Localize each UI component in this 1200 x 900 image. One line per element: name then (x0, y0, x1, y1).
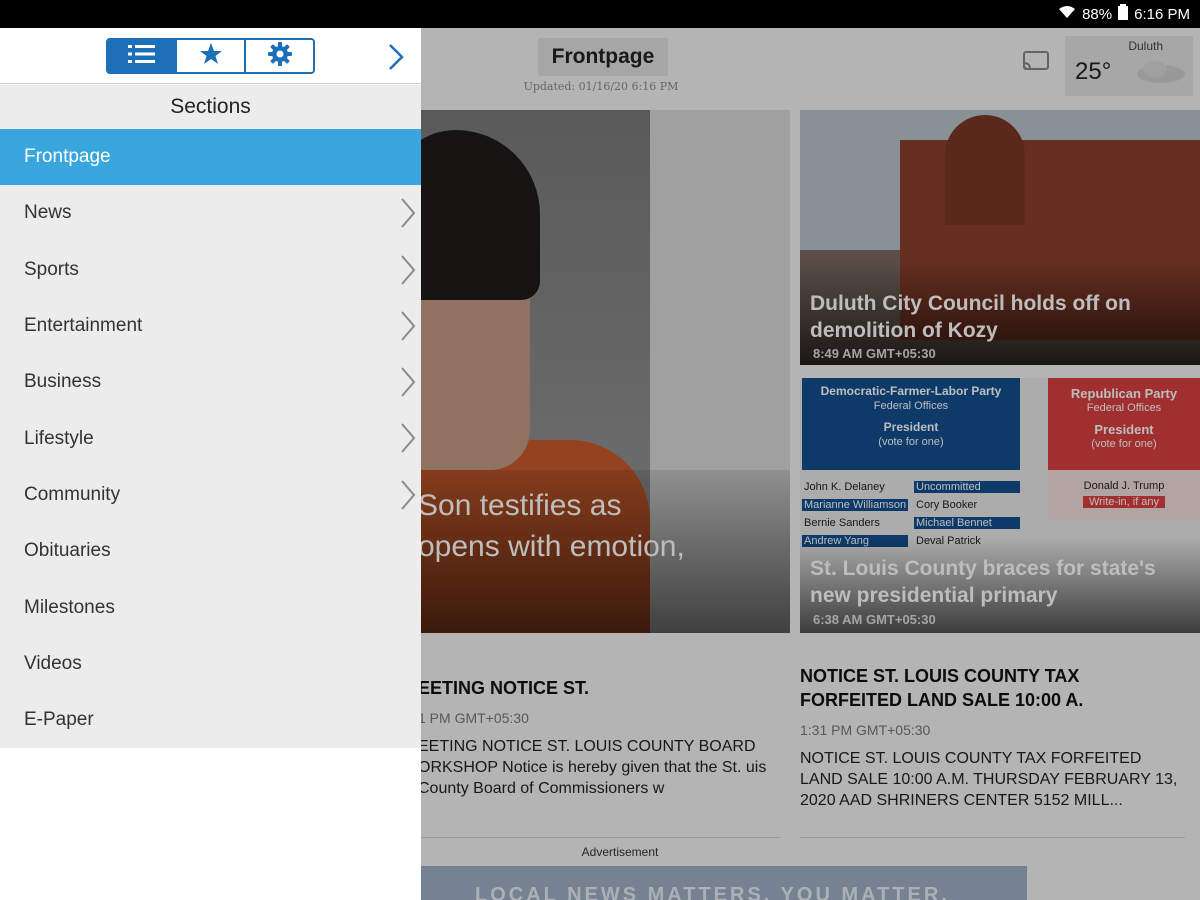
section-item-videos[interactable]: Videos (0, 636, 421, 692)
section-label: E-Paper (24, 709, 94, 731)
chevron-right-icon[interactable] (399, 422, 417, 454)
section-item-news[interactable]: News (0, 185, 421, 241)
section-label: Sports (24, 258, 79, 280)
drawer-header (0, 28, 421, 84)
sections-drawer: Sections Frontpage News Sports Entertain… (0, 28, 421, 900)
section-item-milestones[interactable]: Milestones (0, 579, 421, 635)
chevron-right-icon[interactable] (384, 42, 408, 72)
tab-sections[interactable] (108, 40, 177, 72)
battery-icon (1118, 4, 1129, 24)
section-label: Obituaries (24, 540, 111, 562)
section-item-sports[interactable]: Sports (0, 242, 421, 298)
section-item-entertainment[interactable]: Entertainment (0, 298, 421, 354)
section-label: Lifestyle (24, 427, 94, 449)
section-label: Videos (24, 652, 82, 674)
chevron-right-icon[interactable] (399, 479, 417, 511)
gear-icon (267, 41, 293, 72)
section-item-e-paper[interactable]: E-Paper (0, 692, 421, 748)
star-icon (199, 42, 223, 71)
section-item-community[interactable]: Community (0, 467, 421, 523)
status-bar: 88% 6:16 PM (0, 0, 1200, 28)
clock: 6:16 PM (1134, 5, 1190, 23)
drawer-tab-group (106, 38, 315, 74)
section-item-business[interactable]: Business (0, 354, 421, 410)
wifi-icon (1058, 5, 1076, 23)
section-label: Entertainment (24, 315, 143, 337)
chevron-right-icon[interactable] (399, 254, 417, 286)
section-label: Milestones (24, 596, 115, 618)
section-label: News (24, 202, 72, 224)
section-item-obituaries[interactable]: Obituaries (0, 523, 421, 579)
battery-level: 88% (1082, 5, 1113, 23)
tab-settings[interactable] (246, 40, 313, 72)
sections-title: Sections (0, 85, 421, 129)
section-label: Business (24, 371, 102, 393)
list-icon (125, 42, 159, 71)
section-label: Community (24, 483, 121, 505)
tab-favorites[interactable] (177, 40, 246, 72)
sections-menu: Frontpage News Sports Entertainment Busi… (0, 129, 421, 749)
section-item-frontpage[interactable]: Frontpage (0, 129, 421, 186)
section-label: Frontpage (24, 146, 111, 168)
chevron-right-icon[interactable] (399, 310, 417, 342)
chevron-right-icon[interactable] (399, 197, 417, 229)
section-item-lifestyle[interactable]: Lifestyle (0, 410, 421, 466)
chevron-right-icon[interactable] (399, 366, 417, 398)
